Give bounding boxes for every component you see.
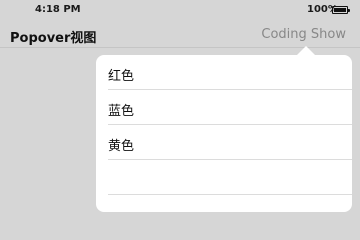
status-bar: 4:18 PM 100% <box>0 0 360 20</box>
list-item-empty[interactable] <box>108 160 352 195</box>
screen: 4:18 PM 100% Popover视图 Coding Show 红色 蓝色… <box>0 0 360 219</box>
list-item-yellow[interactable]: 黄色 <box>108 125 352 160</box>
status-time: 4:18 PM <box>35 4 81 15</box>
coding-show-button[interactable]: Coding Show <box>261 27 346 42</box>
popover: 红色 蓝色 黄色 <box>96 55 352 212</box>
list-item-label: 黄色 <box>108 139 135 154</box>
list-item-red[interactable]: 红色 <box>108 55 352 90</box>
list-item-empty[interactable] <box>108 195 352 212</box>
battery-icon <box>332 6 350 14</box>
navigation-bar: Popover视图 Coding Show <box>0 20 360 48</box>
page-title: Popover视图 <box>10 31 97 46</box>
list-item-label: 蓝色 <box>108 104 135 119</box>
list-item-blue[interactable]: 蓝色 <box>108 90 352 125</box>
list-item-label: 红色 <box>108 69 135 84</box>
